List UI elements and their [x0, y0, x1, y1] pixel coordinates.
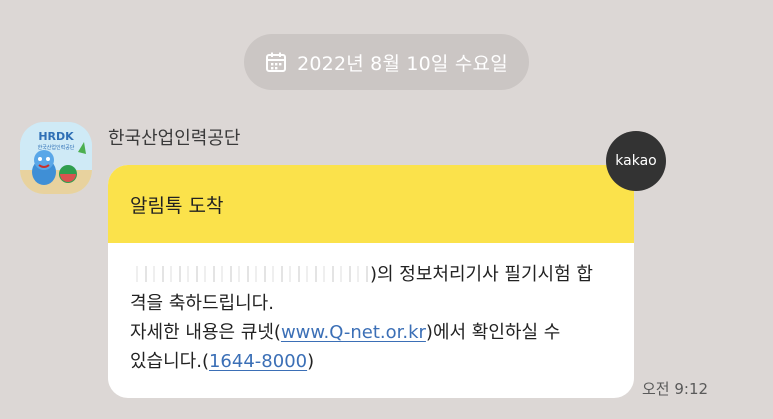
sender-avatar[interactable]: HRDK 한국산업인력공단	[20, 122, 92, 194]
qnet-link[interactable]: www.Q-net.or.kr	[281, 322, 426, 343]
hrdk-logo-icon: HRDK 한국산업인력공단	[20, 122, 92, 194]
phone-link[interactable]: 1644-8000	[209, 351, 307, 372]
sender-name: 한국산업인력공단	[108, 128, 241, 149]
message-body: )의 정보처리기사 필기시험 합 격을 축하드립니다. 자세한 내용은 큐넷(w…	[108, 243, 634, 376]
kakao-badge: kakao	[606, 131, 666, 191]
alimtalk-message-bubble[interactable]: 알림톡 도착 )의 정보처리기사 필기시험 합 격을 축하드립니다. 자세한 내…	[108, 165, 634, 398]
message-line-2: 격을 축하드립니다.	[130, 293, 274, 314]
message-header: 알림톡 도착	[108, 165, 634, 243]
message-header-title: 알림톡 도착	[130, 194, 224, 217]
message-line-1: )의 정보처리기사 필기시험 합	[130, 260, 616, 289]
message-line-3: 자세한 내용은 큐넷(www.Q-net.or.kr)에서 확인하실 수	[130, 322, 561, 343]
message-line-4: 있습니다.(1644-8000)	[130, 351, 315, 372]
svg-text:한국산업인력공단: 한국산업인력공단	[38, 144, 75, 151]
message-timestamp: 오전 9:12	[642, 380, 709, 398]
calendar-icon	[265, 51, 287, 73]
svg-text:HRDK: HRDK	[38, 130, 74, 143]
date-text: 2022년 8월 10일 수요일	[297, 52, 508, 75]
date-divider: 2022년 8월 10일 수요일	[244, 34, 529, 90]
redacted-text	[130, 266, 370, 282]
